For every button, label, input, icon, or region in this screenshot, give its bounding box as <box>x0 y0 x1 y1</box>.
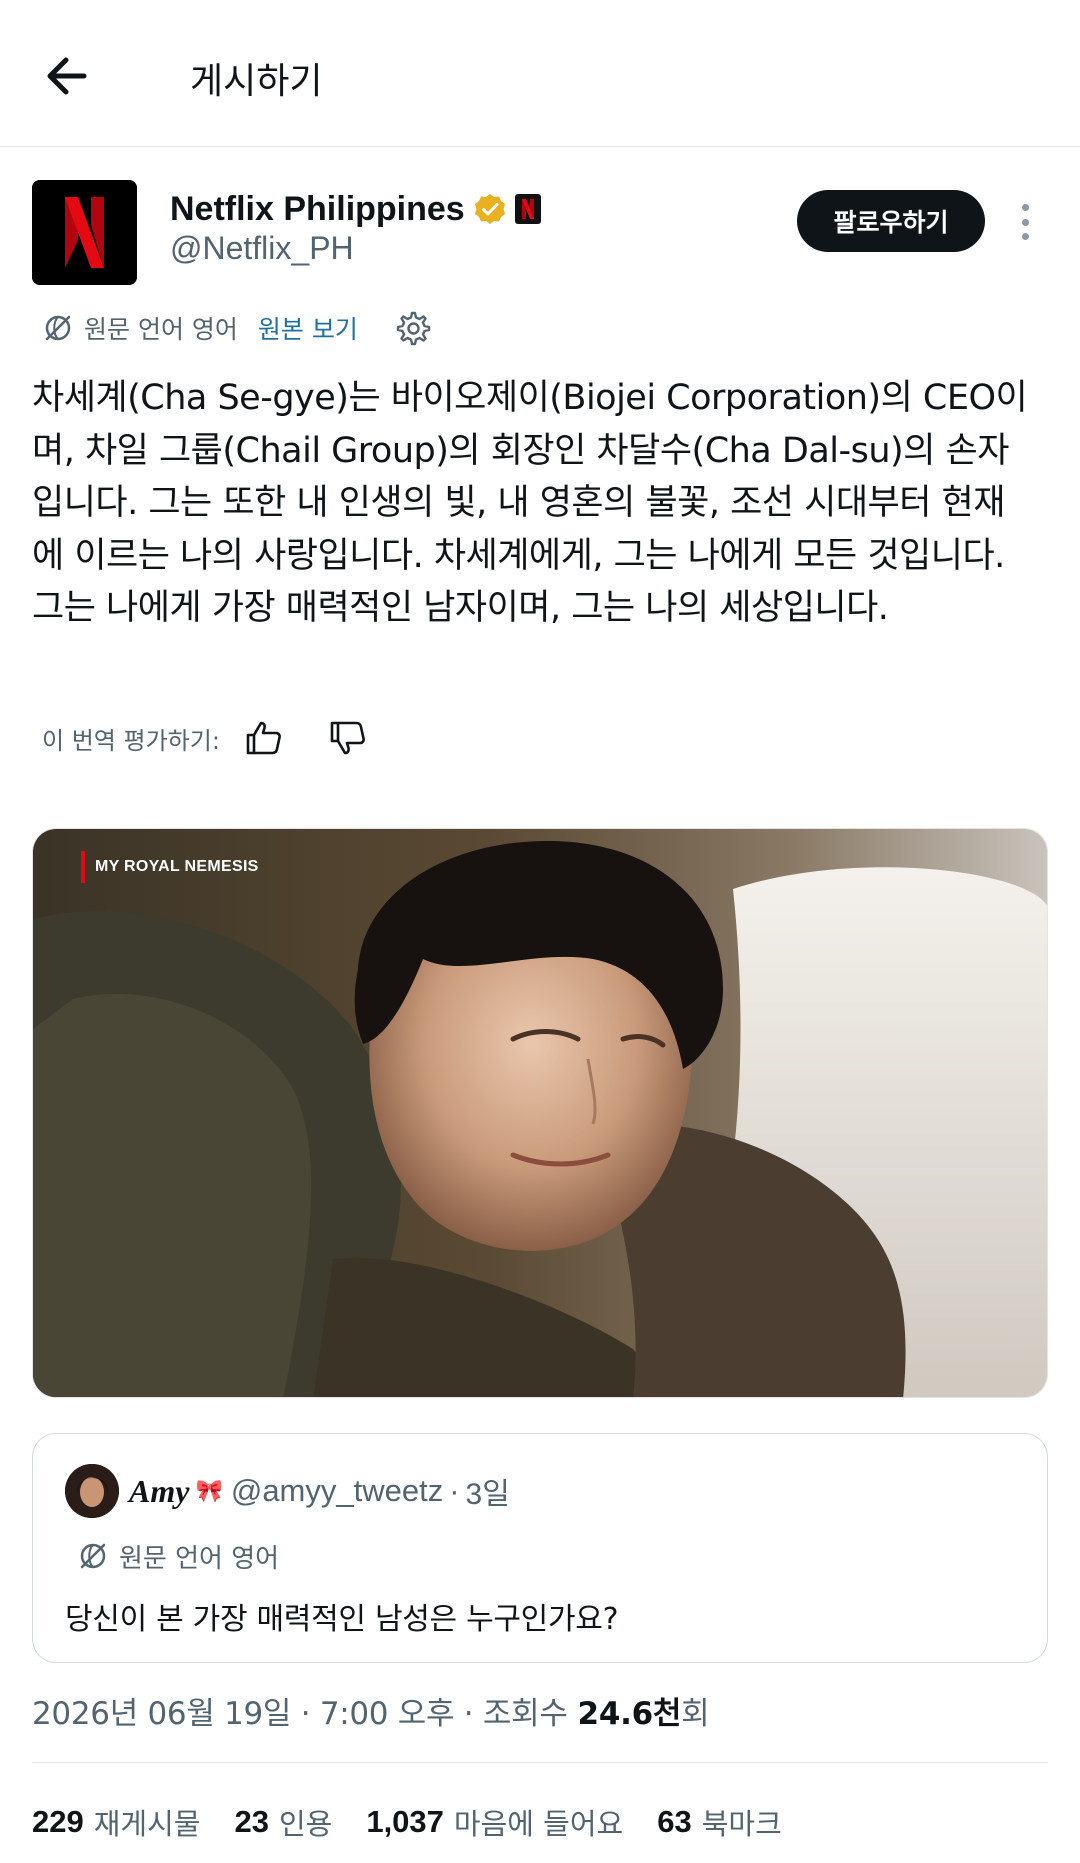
likes-label: 마음에 들어요 <box>453 1807 624 1841</box>
media-show-label: MY ROYAL NEMESIS <box>81 851 259 883</box>
quoted-source-language-label: 원문 언어 영어 <box>119 1543 280 1574</box>
quoted-translation-row: 원문 언어 영어 <box>77 1538 279 1574</box>
reposts-stat[interactable]: 229 재게시물 <box>32 1801 200 1843</box>
reposts-label: 재게시물 <box>93 1807 201 1841</box>
post-timestamp-row: 2026년 06월 19일 · 7:00 오후 · 조회수 24.6천 회 <box>32 1688 710 1733</box>
post-body-text: 차세계(Cha Se-gye)는 바이오제이(Biojei Corporatio… <box>32 378 1028 628</box>
gear-icon[interactable] <box>392 308 432 348</box>
bookmarks-label: 북마크 <box>701 1807 782 1841</box>
source-language-label: 원문 언어 영어 <box>84 315 238 344</box>
netflix-mini-logo-icon <box>514 194 541 224</box>
translation-info-row: 원문 언어 영어 원본 보기 <box>42 310 432 346</box>
quoted-author-handle: @amyy_tweetz <box>230 1473 444 1508</box>
author-name-row: Netflix Philippines <box>170 188 541 230</box>
engagement-stats-row: 229 재게시물 23 인용 1,037 마음에 들어요 63 북마크 <box>32 1800 816 1844</box>
reposts-count: 229 <box>32 1804 84 1839</box>
quoted-author-avatar[interactable] <box>65 1464 119 1518</box>
quotes-label: 인용 <box>278 1807 333 1841</box>
bow-icon: 🎀 <box>195 1478 223 1503</box>
translate-globe-icon <box>77 1540 109 1572</box>
post-timestamp[interactable]: 2026년 06월 19일 · 7:00 오후 · 조회수 <box>32 1688 568 1733</box>
media-label-text: MY ROYAL NEMESIS <box>95 858 259 875</box>
show-original-link[interactable]: 원본 보기 <box>258 310 358 346</box>
follow-button[interactable]: 팔로우하기 <box>797 190 985 252</box>
quoted-author-name: Amy <box>129 1472 190 1509</box>
likes-stat[interactable]: 1,037 마음에 들어요 <box>366 1801 623 1843</box>
bookmarks-count: 63 <box>657 1804 692 1839</box>
views-suffix: 회 <box>681 1695 710 1732</box>
translate-globe-icon <box>42 312 74 344</box>
quotes-stat[interactable]: 23 인용 <box>234 1801 332 1843</box>
media-label-bar <box>81 851 85 883</box>
rate-translation-row: 이 번역 평가하기: <box>42 714 368 762</box>
quoted-post-time: 3일 <box>465 1478 510 1511</box>
likes-count: 1,037 <box>366 1804 444 1839</box>
thumbs-down-icon[interactable] <box>328 718 368 758</box>
verified-badge-icon <box>473 192 507 226</box>
page-title: 게시하기 <box>190 61 323 102</box>
thumbs-up-icon[interactable] <box>244 718 284 758</box>
quotes-count: 23 <box>234 1804 269 1839</box>
bookmarks-stat[interactable]: 63 북마크 <box>657 1801 782 1843</box>
views-count: 24.6천 <box>577 1695 682 1732</box>
quoted-post-header: Amy 🎀 @amyy_tweetz · 3일 <box>129 1468 510 1514</box>
rate-translation-label: 이 번역 평가하기: <box>42 726 220 755</box>
quoted-post-text: 당신이 본 가장 매력적인 남성은 누구인가요? <box>65 1602 619 1637</box>
quoted-post-card[interactable]: Amy 🎀 @amyy_tweetz · 3일 원문 언어 영어 당신이 본 가… <box>32 1433 1048 1663</box>
top-bar: 게시하기 <box>0 0 1080 147</box>
author-name[interactable]: Netflix Philippines <box>170 190 465 229</box>
divider <box>32 1762 1048 1763</box>
more-options-icon[interactable] <box>1012 200 1038 244</box>
author-avatar[interactable] <box>32 180 137 285</box>
separator-dot: · <box>449 1473 460 1508</box>
author-handle[interactable]: @Netflix_PH <box>170 230 354 267</box>
back-arrow-icon[interactable] <box>44 48 104 104</box>
post-media-image[interactable]: MY ROYAL NEMESIS <box>32 828 1048 1398</box>
